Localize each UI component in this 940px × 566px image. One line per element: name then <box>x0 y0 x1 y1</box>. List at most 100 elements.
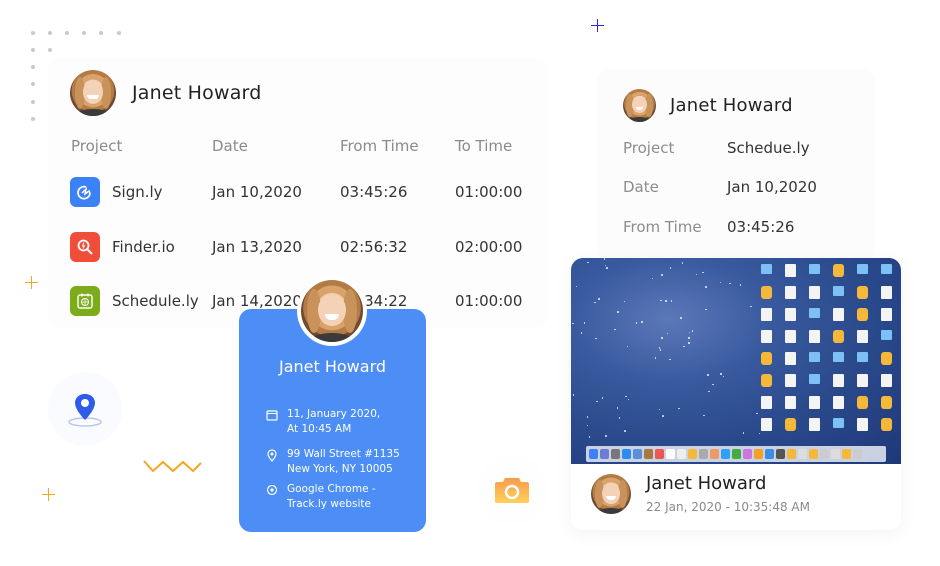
dock-app-icon <box>622 449 631 459</box>
desktop-file-icon <box>761 264 772 274</box>
dock-app-icon <box>655 449 664 459</box>
star-decoration <box>702 271 704 274</box>
desktop-file-icon <box>881 374 892 387</box>
desktop-file-icon <box>857 352 868 362</box>
star-decoration <box>641 321 643 323</box>
desktop-file-icon <box>809 264 820 274</box>
date-cell: Jan 10,2020 <box>212 183 302 201</box>
desktop-file-icon <box>785 374 796 387</box>
desktop-file-icon <box>881 396 892 409</box>
star-decoration <box>658 347 661 349</box>
desktop-file-icon <box>785 396 796 409</box>
dock-app-icon <box>842 449 851 459</box>
avatar <box>70 70 116 116</box>
dock-app-icon <box>633 449 642 459</box>
field-label: Date <box>623 178 659 196</box>
field-value: Jan 10,2020 <box>727 178 817 196</box>
target-icon <box>266 484 278 496</box>
calendar-globe-icon <box>70 286 100 316</box>
star-decoration <box>627 398 630 401</box>
avatar <box>591 474 631 514</box>
desktop-file-icon <box>857 418 868 431</box>
user-name: Janet Howard <box>132 82 262 104</box>
to-time-cell: 02:00:00 <box>455 238 523 256</box>
desktop-file-icon <box>809 418 820 431</box>
sparkle-icon <box>591 19 604 32</box>
dock-app-icon <box>798 449 807 459</box>
star-decoration <box>722 375 725 377</box>
column-header-date: Date <box>212 137 248 155</box>
desktop-file-icon <box>857 308 868 321</box>
star-decoration <box>669 358 671 361</box>
star-decoration <box>669 267 672 269</box>
desktop-file-icon <box>857 286 868 299</box>
user-name: Janet Howard <box>646 473 767 494</box>
star-decoration <box>688 337 690 339</box>
desktop-file-icon <box>785 264 796 277</box>
time-line: At 10:45 AM <box>287 423 352 435</box>
star-decoration <box>658 408 661 411</box>
star-decoration <box>681 262 684 264</box>
star-decoration <box>575 285 578 288</box>
desktop-file-icon <box>833 396 844 409</box>
star-decoration <box>705 286 707 288</box>
project-name: Sign.ly <box>112 183 163 201</box>
star-decoration <box>659 349 662 351</box>
date-line: 11, January 2020, <box>287 408 381 420</box>
dock-app-icon <box>699 449 708 459</box>
star-decoration <box>614 328 616 331</box>
star-decoration <box>604 264 607 267</box>
calendar-icon <box>266 410 278 421</box>
desktop-file-icon <box>761 308 772 321</box>
star-decoration <box>707 374 709 376</box>
desktop-file-icon <box>809 330 820 343</box>
star-decoration <box>666 332 669 335</box>
desktop-file-icon <box>761 286 772 299</box>
from-time-cell: 03:45:26 <box>340 183 408 201</box>
desktop-file-icon <box>881 286 892 299</box>
avatar <box>301 280 363 342</box>
desktop-file-icon <box>857 396 868 409</box>
date-info: 11, January 2020, At 10:45 AM <box>265 407 380 437</box>
screenshot-card[interactable]: Janet Howard 22 Jan, 2020 - 10:35:48 AM <box>571 258 901 530</box>
source-info: Google Chrome - Track.ly website <box>265 482 376 512</box>
star-decoration <box>691 330 694 332</box>
sparkle-icon <box>25 276 38 289</box>
dock-app-icon <box>776 449 785 459</box>
dock-app-icon <box>600 449 609 459</box>
desktop-file-icon <box>785 286 796 299</box>
star-decoration <box>683 345 685 348</box>
desktop-file-icon <box>881 330 892 340</box>
location-pin-icon <box>68 394 102 427</box>
star-decoration <box>625 395 627 398</box>
star-decoration <box>618 417 621 419</box>
star-decoration <box>626 345 629 348</box>
desktop-file-icon <box>785 352 796 365</box>
desktop-file-icon <box>881 352 892 365</box>
sparkle-icon <box>42 488 55 501</box>
signature-icon <box>70 177 100 207</box>
column-header-project: Project <box>71 137 123 155</box>
star-decoration <box>594 301 596 304</box>
star-decoration <box>595 337 597 340</box>
star-decoration <box>660 299 662 302</box>
desktop-file-icon <box>809 286 820 299</box>
star-decoration <box>651 277 654 280</box>
desktop-screenshot[interactable] <box>571 258 901 464</box>
field-label: From Time <box>623 218 702 236</box>
star-decoration <box>635 322 638 324</box>
star-decoration <box>603 258 606 260</box>
star-decoration <box>588 436 591 438</box>
desktop-file-icon <box>785 330 796 343</box>
star-decoration <box>587 261 589 264</box>
dock-app-icon <box>688 449 697 459</box>
star-decoration <box>703 414 705 417</box>
field-label: Project <box>623 139 675 157</box>
desktop-file-icon <box>857 374 868 387</box>
user-name: Janet Howard <box>278 357 387 376</box>
star-decoration <box>758 432 761 435</box>
dock-app-icon <box>589 449 598 459</box>
star-decoration <box>601 397 604 399</box>
star-decoration <box>739 284 742 286</box>
star-decoration <box>750 305 752 308</box>
